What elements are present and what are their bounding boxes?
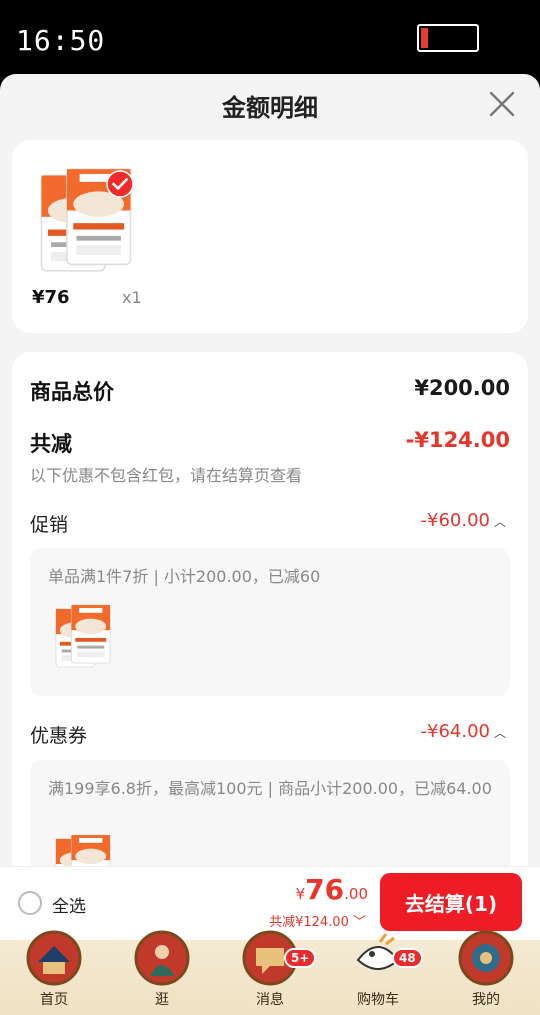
status-time: 16:50 [16,24,106,57]
close-icon[interactable] [486,88,518,120]
product-quantity: x1 [122,288,142,307]
total-reduction-amount: -¥124.00 [405,428,510,452]
total-reduction-label: 共减 [30,432,72,456]
home-icon [26,930,82,986]
chevron-down-icon: ﹀ [352,915,366,930]
promotion-product-image [54,602,112,670]
checked-icon[interactable] [106,170,134,198]
promotion-label: 促销 [30,514,69,536]
coupon-description: 满199享6.8折，最高减100元 | 商品小计200.00，已减64.00 [48,779,492,798]
profile-icon [458,930,514,986]
product-price: ¥76 [32,287,70,308]
cart-badge: 48 [392,948,423,968]
promotion-amount: -¥60.00 [420,510,490,531]
discount-note: 以下优惠不包含红包，请在结算页查看 [30,466,303,485]
tab-cart[interactable]: 48 购物车 [324,933,432,1015]
select-all-radio[interactable] [18,891,42,915]
total-reduction-row: 共减 -¥124.00 [30,428,510,458]
messages-badge: 5+ [284,948,317,968]
total-price-row: 商品总价 ¥200.00 [30,376,510,406]
promotion-detail-box: 单品满1件7折 | 小计200.00，已减60 [30,548,510,696]
bottom-tab-bar: 首页 逛 5+ 消息 48 购物车 我的 [0,930,540,1015]
tab-browse[interactable]: 逛 [108,930,216,1015]
product-card: ¥76 x1 [12,140,528,333]
total-amount: ¥76.00 [295,873,368,906]
checkout-bar: 全选 ¥76.00 共减¥124.00 ﹀ 去结算(1) [0,866,540,940]
battery-icon [417,24,479,52]
checkout-button[interactable]: 去结算(1) [380,873,522,931]
tab-profile[interactable]: 我的 [432,930,540,1015]
select-all-label[interactable]: 全选 [52,892,86,917]
browse-icon [134,930,190,986]
status-bar: 16:50 [0,0,540,78]
chevron-up-icon: ︿ [493,726,506,740]
sheet-title: 金额明细 [222,94,318,122]
coupon-label: 优惠券 [30,725,88,747]
tab-messages[interactable]: 5+ 消息 [216,930,324,1015]
promotion-row[interactable]: 促销 -¥60.00 ︿ [30,510,510,537]
discount-summary-toggle[interactable]: 共减¥124.00 ﹀ [269,911,366,930]
promotion-description: 单品满1件7折 | 小计200.00，已减60 [48,567,321,586]
coupon-row[interactable]: 优惠券 -¥64.00 ︿ [30,721,510,748]
chevron-up-icon: ︿ [493,515,506,529]
total-price-amount: ¥200.00 [414,376,510,400]
tab-home[interactable]: 首页 [0,930,108,1015]
total-price-label: 商品总价 [30,380,114,404]
coupon-amount: -¥64.00 [420,721,490,742]
